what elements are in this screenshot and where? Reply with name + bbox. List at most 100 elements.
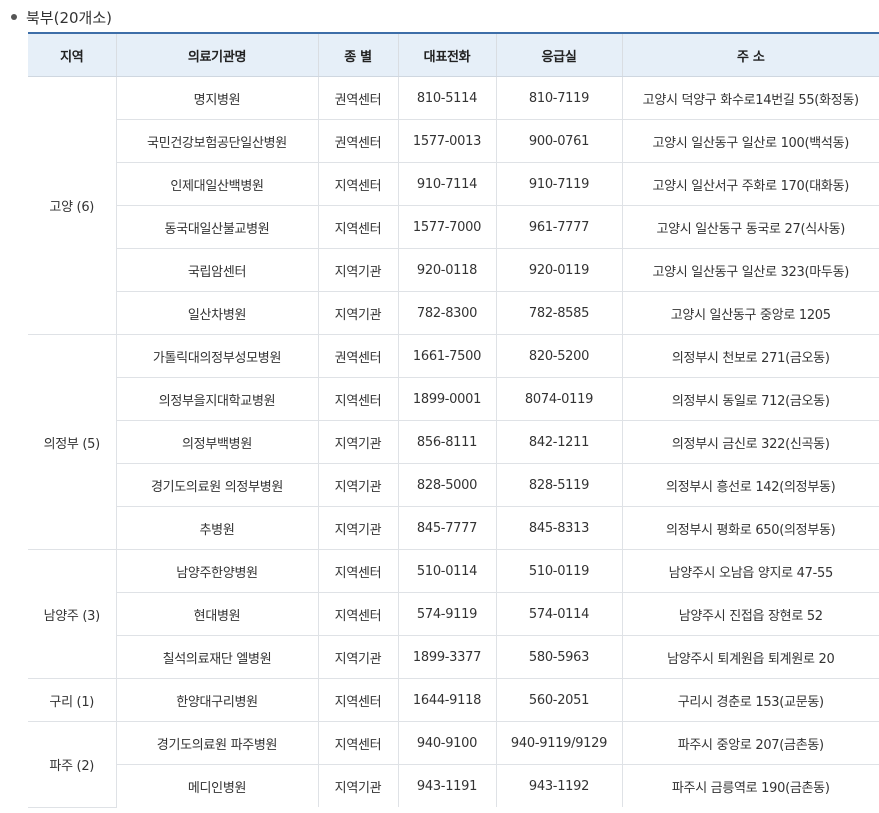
table-row: 의정부 (5) 가톨릭대의정부성모병원 권역센터 1661-7500 820-5200 의… [28, 334, 879, 550]
type-cell: 지역센터 [317, 721, 398, 765]
emergency-phone-cell: 842-1211 [495, 420, 622, 464]
type-cell: 지역기관 [317, 420, 398, 464]
main-phone-cell: 943-1191 [397, 764, 496, 807]
table-row: 현대병원 지역센터 574-9119 574-0114 남양주시 진접읍 장현로 52 [28, 592, 879, 636]
emergency-phone-cell: 820-5200 [495, 334, 622, 378]
hospital-name-cell: 메디인병원 [115, 764, 318, 807]
hospital-name-cell: 남양주한양병원 [115, 549, 318, 593]
hospital-name-cell: 추병원 [115, 506, 318, 550]
hospital-name-cell: 칠석의료재단 엘병원 [115, 635, 318, 679]
main-phone-cell: 1577-7000 [397, 205, 496, 249]
hospital-name-cell: 국립암센터 [115, 248, 318, 292]
address-cell: 고양시 일산동구 동국로 27(식사동) [621, 205, 879, 249]
type-cell: 권역센터 [317, 334, 398, 378]
emergency-phone-cell: 782-8585 [495, 291, 622, 335]
bullet-icon [11, 14, 17, 20]
hospital-name-cell: 인제대일산백병원 [115, 162, 318, 206]
header-type: 종 별 [317, 32, 398, 77]
table-row: 의정부을지대학교병원 지역센터 1899-0001 8074-0119 의정부시 동일로… [28, 377, 879, 421]
header-region: 지역 [28, 32, 116, 77]
hospital-name-cell: 현대병원 [115, 592, 318, 636]
table-row: 의정부백병원 지역기관 856-8111 842-1211 의정부시 금신로 322(신… [28, 420, 879, 464]
hospital-name-cell: 경기도의료원 의정부병원 [115, 463, 318, 507]
table-body: 고양 (6) 명지병원 권역센터 810-5114 810-7119 고양시 덕양구 화수… [28, 76, 879, 808]
region-cell: 의정부 (5) [28, 334, 116, 550]
address-cell: 구리시 경춘로 153(교문동) [621, 678, 879, 722]
type-cell: 지역센터 [317, 678, 398, 722]
type-cell: 권역센터 [317, 76, 398, 120]
address-cell: 고양시 일산동구 일산로 100(백석동) [621, 119, 879, 163]
type-cell: 지역센터 [317, 377, 398, 421]
header-emergency-phone: 응급실 [495, 32, 622, 77]
hospital-table: 지역 의료기관명 종 별 대표전화 응급실 주 소 고양 (6) 명지병원 권역센터… [28, 32, 879, 808]
type-cell: 지역센터 [317, 205, 398, 249]
address-cell: 의정부시 흥선로 142(의정부동) [621, 463, 879, 507]
emergency-phone-cell: 943-1192 [495, 764, 622, 807]
main-phone-cell: 856-8111 [397, 420, 496, 464]
table-row: 메디인병원 지역기관 943-1191 943-1192 파주시 금릉역로 190(금촌… [28, 764, 879, 807]
hospital-name-cell: 한양대구리병원 [115, 678, 318, 722]
emergency-phone-cell: 910-7119 [495, 162, 622, 206]
type-cell: 지역기관 [317, 635, 398, 679]
main-phone-cell: 1577-0013 [397, 119, 496, 163]
address-cell: 고양시 일산동구 일산로 323(마두동) [621, 248, 879, 292]
emergency-phone-cell: 580-5963 [495, 635, 622, 679]
main-phone-cell: 910-7114 [397, 162, 496, 206]
address-cell: 파주시 중앙로 207(금촌동) [621, 721, 879, 765]
header-address: 주 소 [621, 32, 879, 77]
emergency-phone-cell: 810-7119 [495, 76, 622, 120]
hospital-name-cell: 국민건강보험공단일산병원 [115, 119, 318, 163]
address-cell: 남양주시 진접읍 장현로 52 [621, 592, 879, 636]
emergency-phone-cell: 845-8313 [495, 506, 622, 550]
hospital-name-cell: 명지병원 [115, 76, 318, 120]
emergency-phone-cell: 828-5119 [495, 463, 622, 507]
hospital-name-cell: 가톨릭대의정부성모병원 [115, 334, 318, 378]
main-phone-cell: 940-9100 [397, 721, 496, 765]
main-phone-cell: 1899-0001 [397, 377, 496, 421]
address-cell: 고양시 일산서구 주화로 170(대화동) [621, 162, 879, 206]
table-row: 추병원 지역기관 845-7777 845-8313 의정부시 평화로 650(의정부동… [28, 506, 879, 550]
table-row: 남양주 (3) 남양주한양병원 지역센터 510-0114 510-0119 남양주시 오… [28, 549, 879, 679]
type-cell: 지역센터 [317, 549, 398, 593]
emergency-phone-cell: 8074-0119 [495, 377, 622, 421]
type-cell: 지역센터 [317, 592, 398, 636]
address-cell: 고양시 덕양구 화수로14번길 55(화정동) [621, 76, 879, 120]
header-hospital-name: 의료기관명 [115, 32, 318, 77]
table-row: 고양 (6) 명지병원 권역센터 810-5114 810-7119 고양시 덕양구 화수… [28, 76, 879, 335]
type-cell: 권역센터 [317, 119, 398, 163]
main-phone-cell: 920-0118 [397, 248, 496, 292]
table-row: 칠석의료재단 엘병원 지역기관 1899-3377 580-5963 남양주시 퇴계원읍… [28, 635, 879, 679]
table-row: 국립암센터 지역기관 920-0118 920-0119 고양시 일산동구 일산로 32… [28, 248, 879, 292]
main-phone-cell: 1644-9118 [397, 678, 496, 722]
type-cell: 지역기관 [317, 506, 398, 550]
address-cell: 의정부시 금신로 322(신곡동) [621, 420, 879, 464]
main-phone-cell: 1899-3377 [397, 635, 496, 679]
hospital-name-cell: 의정부백병원 [115, 420, 318, 464]
emergency-phone-cell: 574-0114 [495, 592, 622, 636]
table-row: 경기도의료원 의정부병원 지역기관 828-5000 828-5119 의정부시 흥선로… [28, 463, 879, 507]
table-row: 인제대일산백병원 지역센터 910-7114 910-7119 고양시 일산서구 주화로… [28, 162, 879, 206]
hospital-name-cell: 일산차병원 [115, 291, 318, 335]
type-cell: 지역기관 [317, 764, 398, 807]
table-row: 국민건강보험공단일산병원 권역센터 1577-0013 900-0761 고양시 일산동… [28, 119, 879, 163]
emergency-phone-cell: 900-0761 [495, 119, 622, 163]
main-phone-cell: 510-0114 [397, 549, 496, 593]
emergency-phone-cell: 961-7777 [495, 205, 622, 249]
emergency-phone-cell: 920-0119 [495, 248, 622, 292]
type-cell: 지역기관 [317, 291, 398, 335]
main-phone-cell: 574-9119 [397, 592, 496, 636]
region-cell: 파주 (2) [28, 721, 116, 808]
main-phone-cell: 1661-7500 [397, 334, 496, 378]
main-phone-cell: 782-8300 [397, 291, 496, 335]
address-cell: 의정부시 천보로 271(금오동) [621, 334, 879, 378]
emergency-phone-cell: 560-2051 [495, 678, 622, 722]
type-cell: 지역센터 [317, 162, 398, 206]
table-row: 일산차병원 지역기관 782-8300 782-8585 고양시 일산동구 중앙로 12… [28, 291, 879, 335]
main-phone-cell: 845-7777 [397, 506, 496, 550]
section-title-text: 북부(20개소) [26, 8, 112, 27]
address-cell: 남양주시 퇴계원읍 퇴계원로 20 [621, 635, 879, 679]
address-cell: 의정부시 동일로 712(금오동) [621, 377, 879, 421]
main-phone-cell: 828-5000 [397, 463, 496, 507]
region-cell: 남양주 (3) [28, 549, 116, 679]
region-cell: 고양 (6) [28, 76, 116, 335]
